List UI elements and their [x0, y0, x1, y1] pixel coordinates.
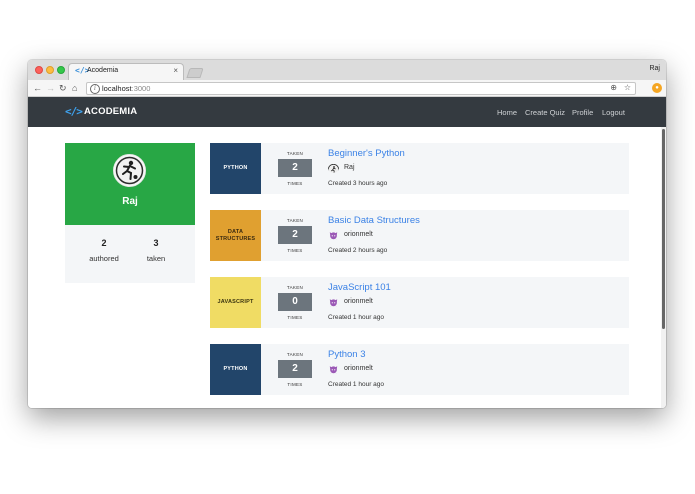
avatar [113, 154, 146, 187]
nav-link-profile[interactable]: Profile [572, 108, 593, 117]
soccer-player-icon [114, 155, 145, 186]
quiz-title-link[interactable]: JavaScript 101 [328, 282, 391, 293]
browser-profile-name[interactable]: Raj [649, 65, 660, 72]
taken-count-badge: 2 [278, 159, 312, 177]
quiz-card: DATA STRUCTURES TAKEN 2 TIMES Basic Data… [210, 210, 629, 261]
url-text: localhost:3000 [102, 84, 150, 93]
browser-tab[interactable]: </> Acodemia × [68, 63, 184, 80]
quiz-tag[interactable]: PYTHON [210, 344, 261, 395]
profile-card: Raj 2 authored 3 taken [65, 143, 195, 283]
taken-stat: 3 taken [131, 238, 181, 263]
taken-caption: TAKEN [286, 218, 304, 223]
page-viewport: </> ACODEMIA Home Create Quiz Profile Lo… [28, 97, 666, 408]
times-caption: TIMES [287, 248, 303, 253]
taken-count-badge: 0 [278, 293, 312, 311]
quiz-title-link[interactable]: Python 3 [328, 349, 366, 360]
created-time: Created 1 hour ago [328, 381, 385, 388]
zoom-icon[interactable]: ⊕ [610, 83, 617, 92]
taken-caption: TAKEN [286, 285, 304, 290]
home-icon[interactable]: ⌂ [72, 82, 77, 94]
quiz-card: PYTHON TAKEN 2 TIMES Python 3 orionmelt … [210, 344, 629, 395]
profile-header: Raj [65, 143, 195, 225]
back-arrow-icon[interactable]: ← [33, 82, 42, 94]
taken-caption: TAKEN [286, 151, 304, 156]
forward-arrow-icon[interactable]: → [46, 82, 55, 94]
created-time: Created 1 hour ago [328, 314, 385, 321]
url-port: :3000 [131, 84, 151, 93]
authored-count: 2 [101, 238, 107, 248]
brand-code-icon[interactable]: </> [65, 105, 83, 118]
taken-caption: TAKEN [286, 352, 304, 357]
title-bar: </> Acodemia × Raj [28, 60, 666, 80]
created-time: Created 3 hours ago [328, 180, 388, 187]
authored-label: authored [89, 254, 119, 263]
nav-link-logout[interactable]: Logout [602, 108, 625, 117]
nav-link-create-quiz[interactable]: Create Quiz [525, 108, 565, 117]
minimize-window-button[interactable] [46, 66, 54, 74]
quiz-title-link[interactable]: Beginner's Python [328, 148, 405, 159]
new-tab-button[interactable] [186, 68, 204, 78]
bookmark-star-icon[interactable]: ☆ [624, 83, 631, 92]
taken-count-badge: 2 [278, 226, 312, 244]
quiz-card: JAVASCRIPT TAKEN 0 TIMES JavaScript 101 … [210, 277, 629, 328]
taken-count: 3 [153, 238, 159, 248]
author-avatar [328, 162, 339, 173]
author-name: Raj [344, 164, 355, 171]
browser-window: </> Acodemia × Raj ← → ↻ ⌂ i localhost:3… [28, 60, 666, 408]
author-avatar [328, 296, 339, 307]
nav-link-home[interactable]: Home [497, 108, 517, 117]
octocat-avatar-icon [329, 232, 338, 240]
maximize-window-button[interactable] [57, 66, 65, 74]
address-bar[interactable]: i localhost:3000 ⊕ ☆ [86, 82, 636, 95]
scrollbar-thumb[interactable] [662, 129, 665, 329]
times-caption: TIMES [287, 315, 303, 320]
url-host: localhost [102, 84, 132, 93]
extension-icon[interactable]: ● [652, 83, 662, 93]
taken-count-badge: 2 [278, 360, 312, 378]
profile-username: Raj [122, 196, 138, 207]
created-time: Created 2 hours ago [328, 247, 388, 254]
taken-label: taken [146, 254, 166, 263]
close-tab-icon[interactable]: × [173, 66, 178, 75]
navbar: </> ACODEMIA Home Create Quiz Profile Lo… [28, 97, 666, 127]
author-name: orionmelt [344, 365, 373, 372]
tab-title: Acodemia [87, 67, 119, 74]
authored-stat: 2 authored [79, 238, 129, 263]
quiz-tag[interactable]: PYTHON [210, 143, 261, 194]
brand-name[interactable]: ACODEMIA [84, 106, 137, 117]
quiz-tag[interactable]: DATA STRUCTURES [210, 210, 261, 261]
author-avatar [328, 229, 339, 240]
author-avatar [328, 363, 339, 374]
reload-icon[interactable]: ↻ [59, 82, 67, 94]
quiz-title-link[interactable]: Basic Data Structures [328, 215, 420, 226]
info-icon[interactable]: i [90, 84, 100, 94]
octocat-avatar-icon [329, 299, 338, 307]
soccer-player-icon [328, 163, 339, 173]
page-scrollbar[interactable] [661, 127, 666, 408]
close-window-button[interactable] [35, 66, 43, 74]
quiz-tag[interactable]: JAVASCRIPT [210, 277, 261, 328]
quiz-card: PYTHON TAKEN 2 TIMES Beginner's Python R… [210, 143, 629, 194]
browser-toolbar: ← → ↻ ⌂ i localhost:3000 ⊕ ☆ ● [28, 80, 666, 97]
times-caption: TIMES [287, 181, 303, 186]
octocat-avatar-icon [329, 366, 338, 374]
author-name: orionmelt [344, 298, 373, 305]
times-caption: TIMES [287, 382, 303, 387]
author-name: orionmelt [344, 231, 373, 238]
